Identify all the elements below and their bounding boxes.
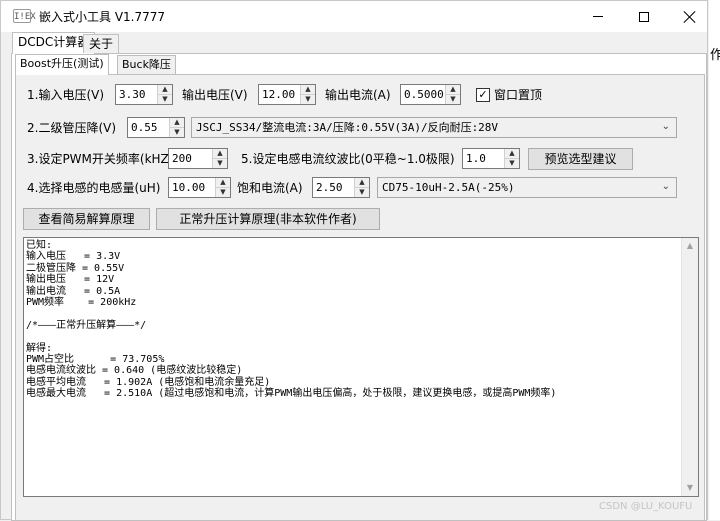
vertical-scrollbar[interactable]: ▲ ▼ [681, 238, 698, 496]
pwm-freq-label: 3.设定PWM开关频率(kHZ) [27, 152, 174, 166]
pwm-freq-value: 200 [172, 152, 192, 165]
title-bar: I!EX 嵌入式小工具 V1.7777 [1, 1, 707, 32]
tab-boost[interactable]: Boost升压(测试) [15, 54, 109, 75]
saturation-current-stepper[interactable]: 2.50 ▲ ▼ [312, 177, 370, 198]
diode-select-value: JSCJ_SS34/整流电流:3A/压降:0.55V(3A)/反向耐压:28V [196, 121, 499, 134]
simple-principle-button[interactable]: 查看简易解算原理 [23, 208, 150, 230]
vout-stepper[interactable]: 12.00 ▲ ▼ [258, 84, 316, 105]
ripple-ratio-value: 1.0 [466, 152, 486, 165]
vout-label: 输出电压(V) [182, 88, 248, 102]
isat-stepper-arrows: ▲ ▼ [354, 178, 369, 197]
app-icon: I!EX [13, 9, 36, 23]
diode-drop-label: 2.二级管压降(V) [27, 121, 117, 135]
result-textarea[interactable]: 已知: 输入电压 = 3.3V 二极管压降 = 0.55V 输出电压 = 12V… [23, 237, 699, 497]
diode-drop-stepper[interactable]: 0.55 ▲ ▼ [127, 117, 185, 138]
saturation-current-value: 2.50 [316, 181, 343, 194]
maximize-icon [639, 11, 649, 22]
saturation-current-label: 饱和电流(A) [237, 181, 303, 195]
minimize-icon [593, 16, 603, 17]
diode-stepper-arrows: ▲ ▼ [169, 118, 184, 137]
spin-up-icon[interactable]: ▲ [158, 85, 172, 94]
preview-selection-button[interactable]: 预览选型建议 [528, 148, 633, 170]
scroll-down-icon[interactable]: ▼ [682, 480, 698, 496]
spin-down-icon[interactable]: ▼ [446, 94, 460, 103]
spin-up-icon[interactable]: ▲ [446, 85, 460, 94]
vout-stepper-arrows: ▲ ▼ [300, 85, 315, 104]
spin-down-icon[interactable]: ▼ [213, 158, 227, 167]
spin-up-icon[interactable]: ▲ [355, 178, 369, 187]
spin-down-icon[interactable]: ▼ [301, 94, 315, 103]
inductance-value: 10.00 [172, 181, 206, 194]
vout-value: 12.00 [262, 88, 296, 101]
spin-up-icon[interactable]: ▲ [301, 85, 315, 94]
iout-stepper-arrows: ▲ ▼ [445, 85, 460, 104]
result-text: 已知: 输入电压 = 3.3V 二极管压降 = 0.55V 输出电压 = 12V… [26, 240, 557, 400]
ripple-ratio-label: 5.设定电感电流纹波比(0平稳~1.0极限) [241, 152, 455, 166]
vin-stepper-arrows: ▲ ▼ [157, 85, 172, 104]
spin-up-icon[interactable]: ▲ [213, 149, 227, 158]
spin-down-icon[interactable]: ▼ [170, 127, 184, 136]
topmost-label[interactable]: 窗口置顶 [494, 87, 542, 103]
spin-down-icon[interactable]: ▼ [216, 187, 230, 196]
tab-about[interactable]: 关于 [83, 34, 120, 53]
diode-drop-value: 0.55 [131, 121, 158, 134]
maximize-button[interactable] [621, 1, 667, 32]
inductor-select[interactable]: CD75-10uH-2.5A(-25%) ⌄ [377, 177, 677, 198]
window-title: 嵌入式小工具 V1.7777 [39, 10, 166, 24]
inductance-label: 4.选择电感的电感量(uH) [27, 181, 161, 195]
scroll-up-icon[interactable]: ▲ [682, 238, 698, 254]
app-window: I!EX 嵌入式小工具 V1.7777 DCDC计算器 关于 Boost升压(测… [0, 0, 708, 521]
diode-select[interactable]: JSCJ_SS34/整流电流:3A/压降:0.55V(3A)/反向耐压:28V … [191, 117, 677, 138]
normal-principle-button[interactable]: 正常升压计算原理(非本软件作者) [156, 208, 380, 230]
watermark: CSDN @LU_KOUFU [599, 501, 693, 512]
tab-buck[interactable]: Buck降压 [117, 55, 176, 74]
vin-stepper[interactable]: 3.30 ▲ ▼ [115, 84, 173, 105]
spin-down-icon[interactable]: ▼ [505, 158, 519, 167]
chevron-down-icon: ⌄ [661, 181, 670, 192]
vin-label: 1.输入电压(V) [27, 88, 105, 102]
chevron-down-icon: ⌄ [661, 121, 670, 132]
iout-label: 输出电流(A) [325, 88, 391, 102]
iout-value: 0.5000 [404, 88, 444, 101]
close-icon [684, 11, 696, 23]
close-button[interactable] [667, 1, 713, 32]
minimize-button[interactable] [575, 1, 621, 32]
spin-up-icon[interactable]: ▲ [216, 178, 230, 187]
topmost-checkbox[interactable]: ✓ [476, 88, 490, 102]
inductance-stepper[interactable]: 10.00 ▲ ▼ [168, 177, 231, 198]
pwm-freq-stepper[interactable]: 200 ▲ ▼ [168, 148, 228, 169]
spin-up-icon[interactable]: ▲ [170, 118, 184, 127]
spin-down-icon[interactable]: ▼ [355, 187, 369, 196]
ripple-ratio-stepper[interactable]: 1.0 ▲ ▼ [462, 148, 520, 169]
ripple-stepper-arrows: ▲ ▼ [504, 149, 519, 168]
inductance-stepper-arrows: ▲ ▼ [215, 178, 230, 197]
spin-up-icon[interactable]: ▲ [505, 149, 519, 158]
background-window-edge: 作 [709, 0, 720, 520]
vin-value: 3.30 [119, 88, 146, 101]
spin-down-icon[interactable]: ▼ [158, 94, 172, 103]
background-glyph: 作 [710, 48, 720, 63]
iout-stepper[interactable]: 0.5000 ▲ ▼ [400, 84, 461, 105]
inductor-select-value: CD75-10uH-2.5A(-25%) [382, 181, 515, 194]
freq-stepper-arrows: ▲ ▼ [212, 149, 227, 168]
